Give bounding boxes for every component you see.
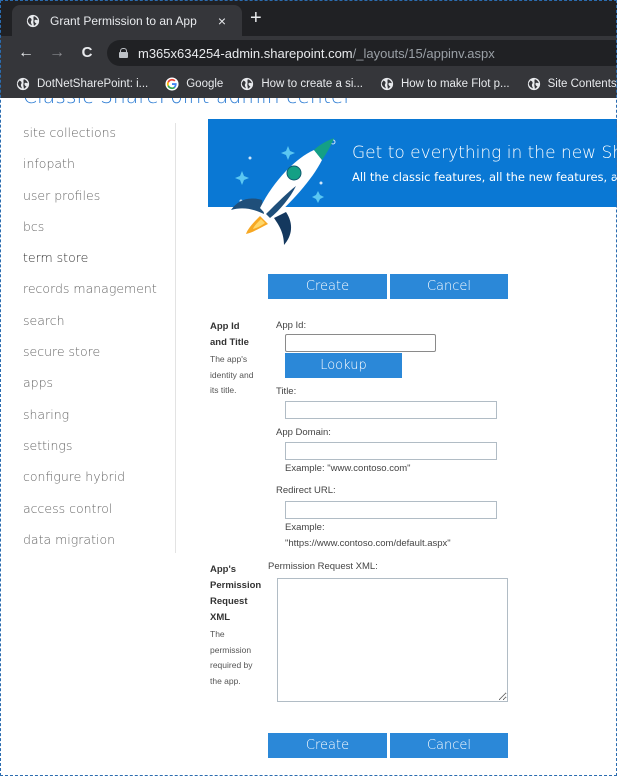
section-title-line: and Title [210,337,249,348]
redirect-url-label: Redirect URL: [276,485,336,496]
title-input[interactable] [285,401,497,419]
create-button-top[interactable]: Create [268,274,387,299]
globe-icon [241,77,254,91]
section-permission-xml-description: The permission required by the app. [210,627,253,689]
site-title[interactable]: Classic SharePoint admin center [23,98,352,108]
lock-icon [119,48,128,58]
app-domain-input[interactable] [285,442,497,460]
sidebar-item-records-management[interactable]: records management [23,281,173,312]
globe-icon [380,77,394,91]
sidebar-item-settings[interactable]: settings [23,438,173,469]
lookup-button[interactable]: Lookup [285,353,402,378]
sparkle-dot [248,156,252,160]
app-id-input[interactable] [285,334,436,352]
close-tab-icon[interactable]: × [212,13,232,29]
rocket-right-fin [274,212,292,245]
url-path: /_layouts/15/appinv.aspx [352,45,495,61]
bookmark-label: How to create a si... [261,78,363,90]
sidebar-item-secure-store[interactable]: secure store [23,344,173,375]
permission-xml-textarea[interactable] [277,578,508,702]
browser-toolbar: ← → C m365x634254-admin.sharepoint.com/_… [0,36,617,70]
url-host: m365x634254-admin.sharepoint.com [138,45,353,61]
section-desc-line: The [210,629,225,639]
rocket-body [260,150,322,220]
browser-tab[interactable]: Grant Permission to an App × [12,5,242,36]
sidebar-item-infopath[interactable]: infopath [23,156,173,187]
globe-icon [527,77,540,91]
browser-tabstrip: Grant Permission to an App × + [0,0,617,36]
section-title-line: Request [210,596,248,607]
app-domain-label: App Domain: [276,427,331,438]
section-desc-line: identity and [210,369,254,380]
section-desc-line: required by [210,660,253,670]
new-tab-button[interactable]: + [250,8,262,28]
sidebar-item-site-collections[interactable]: site collections [23,125,173,156]
sidebar-item-access-control[interactable]: access control [23,501,173,532]
section-title-line: App Id [210,321,240,332]
section-permission-xml-title: App's Permission Request XML [210,562,261,626]
bookmark-label: Site Contents [547,78,617,90]
sparkle-dot [319,181,323,185]
section-app-id-description: The app's identity and its title. [210,352,253,399]
forward-arrow-icon[interactable]: → [47,43,67,63]
redirect-url-example: Example: "https://www.contoso.com/defaul… [285,520,451,552]
section-title-line: Permission [210,580,262,591]
section-desc-line: its title. [210,385,237,395]
sidebar-nav: site collections infopath user profiles … [23,125,173,563]
cancel-button-top[interactable]: Cancel [390,274,508,299]
example-line: "https://www.contoso.com/default.aspx" [285,538,451,549]
bookmark-item[interactable]: DotNetSharePoint: i... [16,77,148,91]
rocket-window [286,165,302,181]
banner-headline: Get to everything in the new SharePoint … [352,143,617,163]
app-id-label: App Id: [276,320,307,331]
reload-icon[interactable]: C [77,43,97,63]
create-button-bottom[interactable]: Create [268,733,387,758]
rocket-illustration-icon [231,138,336,245]
banner-subtext: All the classic features, all the new fe… [352,170,617,184]
back-arrow-icon[interactable]: ← [16,43,36,63]
sparkle-star [235,171,249,185]
section-app-id-title: App Id and Title [210,319,249,351]
sidebar-item-term-store[interactable]: term store [23,250,173,281]
sidebar-item-apps[interactable]: apps [23,375,173,406]
rocket-left-fin [231,198,264,214]
sidebar-item-data-migration[interactable]: data migration [23,532,173,563]
bookmark-label: DotNetSharePoint: i... [37,78,149,90]
bookmark-item[interactable]: How to create a si... [240,77,363,91]
section-desc-line: permission [210,644,252,655]
title-label: Title: [276,386,297,397]
sparkle-star [312,191,324,203]
sidebar-divider [175,123,176,553]
cancel-button-bottom[interactable]: Cancel [390,733,508,758]
bookmark-item[interactable]: Google [165,77,223,91]
address-bar[interactable]: m365x634254-admin.sharepoint.com/_layout… [107,40,617,66]
bookmark-item[interactable]: How to make Flot p... [380,77,510,91]
permission-xml-label: Permission Request XML: [268,561,378,572]
google-icon [165,77,179,91]
sidebar-item-bcs[interactable]: bcs [23,219,173,250]
section-desc-line: the app. [210,675,241,686]
sidebar-item-sharing[interactable]: sharing [23,407,173,438]
globe-icon [26,14,40,27]
section-title-line: XML [210,612,231,623]
bookmark-label: How to make Flot p... [400,78,510,90]
tab-title: Grant Permission to an App [50,13,197,28]
sidebar-item-configure-hybrid[interactable]: configure hybrid [23,469,173,500]
sidebar-item-search[interactable]: search [23,313,173,344]
bookmark-item[interactable]: Site Contents [527,77,617,91]
bookmark-label: Google [186,78,224,90]
example-line: Example: [285,522,325,533]
bookmarks-bar: DotNetSharePoint: i... Google How to cre… [0,70,617,98]
sparkle-star [281,146,295,160]
section-title-line: App's [210,564,237,575]
sidebar-item-user-profiles[interactable]: user profiles [23,188,173,219]
section-desc-line: The app's [210,354,248,364]
app-domain-example: Example: "www.contoso.com" [285,463,411,474]
redirect-url-input[interactable] [285,501,497,519]
globe-icon [16,77,30,91]
